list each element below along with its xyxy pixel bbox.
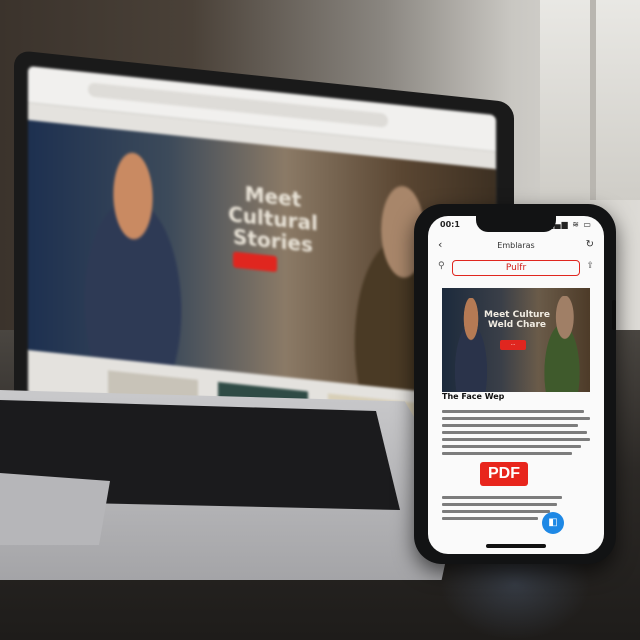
floating-action-button[interactable]: ◧ [542, 512, 564, 534]
share-icon[interactable]: ⇪ [586, 261, 594, 271]
phone-hero-button[interactable]: ··· [500, 340, 526, 350]
status-time: 00:1 [440, 220, 460, 229]
phone-url-bar: ⚲ Pulfr ⇪ [438, 260, 594, 276]
phone-side-button [612, 300, 616, 330]
phone-hero-title: Meet Culture Weld Chare [484, 310, 550, 330]
article-body-text [442, 406, 590, 459]
phone-notch [476, 216, 556, 232]
laptop-hero-title: Meet Cultural Stories [228, 181, 318, 257]
phone-screen: 00:1 ▂▄▆ ≋ ▭ ‹ Emblaras ↻ ⚲ Pulfr ⇪ Meet… [428, 216, 604, 554]
phone-reflection [440, 560, 590, 640]
phone-hero-image: Meet Culture Weld Chare ··· [442, 288, 590, 392]
laptop-hero-button[interactable] [233, 251, 277, 273]
article-heading: The Face Wep [442, 392, 505, 401]
pdf-icon[interactable]: PDF [480, 462, 528, 486]
app-title: Emblaras [497, 241, 535, 250]
phone-app-header: ‹ Emblaras ↻ [428, 238, 604, 256]
menu-icon[interactable]: ⚲ [438, 261, 445, 271]
hero-person-man [58, 133, 208, 369]
refresh-icon[interactable]: ↻ [586, 239, 594, 250]
home-indicator [486, 544, 546, 548]
window-frame [590, 0, 596, 200]
url-input[interactable]: Pulfr [452, 260, 580, 276]
